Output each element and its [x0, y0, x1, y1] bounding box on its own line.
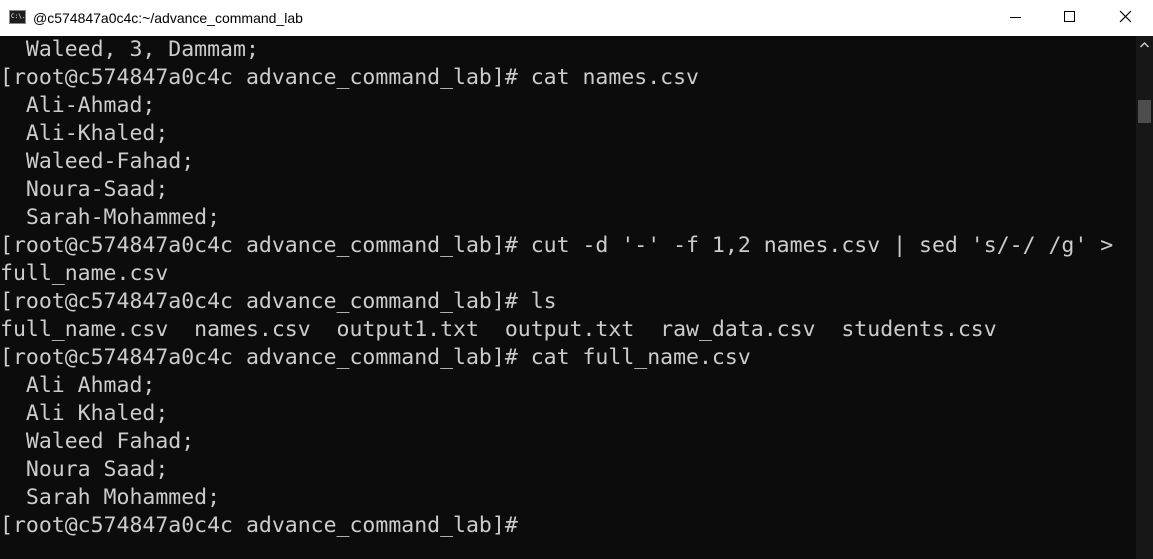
terminal-line: Waleed-Fahad;	[0, 149, 195, 174]
terminal-line: full_name.csv	[0, 261, 169, 286]
terminal-window: C:\. @c574847a0c4c:~/advance_command_lab…	[0, 0, 1153, 559]
minimize-icon	[1010, 17, 1021, 18]
terminal-line: Noura-Saad;	[0, 177, 169, 202]
maximize-button[interactable]	[1046, 0, 1092, 36]
command-prompt-icon[interactable]: C:\.	[9, 10, 26, 24]
terminal-line: Noura Saad;	[0, 457, 169, 482]
terminal-line: [root@c574847a0c4c advance_command_lab]#…	[0, 233, 1114, 258]
terminal-line: [root@c574847a0c4c advance_command_lab]#…	[0, 345, 751, 370]
terminal-line: Waleed, 3, Dammam;	[0, 37, 259, 62]
terminal-line: [root@c574847a0c4c advance_command_lab]#…	[0, 289, 557, 314]
terminal-line: Ali Khaled;	[0, 401, 169, 426]
terminal-output[interactable]: Waleed, 3, Dammam; [root@c574847a0c4c ad…	[0, 36, 1136, 559]
terminal-line: Ali-Khaled;	[0, 121, 169, 146]
maximize-icon	[1064, 11, 1075, 22]
vertical-scrollbar[interactable]	[1136, 36, 1153, 559]
close-button[interactable]	[1103, 0, 1149, 36]
title-bar[interactable]: C:\. @c574847a0c4c:~/advance_command_lab	[0, 0, 1153, 36]
terminal-line: Waleed Fahad;	[0, 429, 195, 454]
terminal-line: Ali Ahmad;	[0, 373, 156, 398]
terminal-line: [root@c574847a0c4c advance_command_lab]#…	[0, 65, 699, 90]
close-icon	[1119, 10, 1132, 23]
terminal-prompt[interactable]: [root@c574847a0c4c advance_command_lab]#	[0, 512, 1113, 540]
terminal-line: Sarah-Mohammed;	[0, 205, 221, 230]
chevron-up-icon[interactable]	[1136, 36, 1153, 53]
scrollbar-thumb[interactable]	[1138, 100, 1151, 123]
terminal-line: Ali-Ahmad;	[0, 93, 156, 118]
minimize-button[interactable]	[993, 0, 1039, 36]
terminal-line: Sarah Mohammed;	[0, 485, 221, 510]
terminal-lines: Waleed, 3, Dammam; [root@c574847a0c4c ad…	[0, 36, 1113, 540]
window-title: @c574847a0c4c:~/advance_command_lab	[33, 10, 303, 26]
terminal-line: full_name.csv names.csv output1.txt outp…	[0, 317, 997, 342]
